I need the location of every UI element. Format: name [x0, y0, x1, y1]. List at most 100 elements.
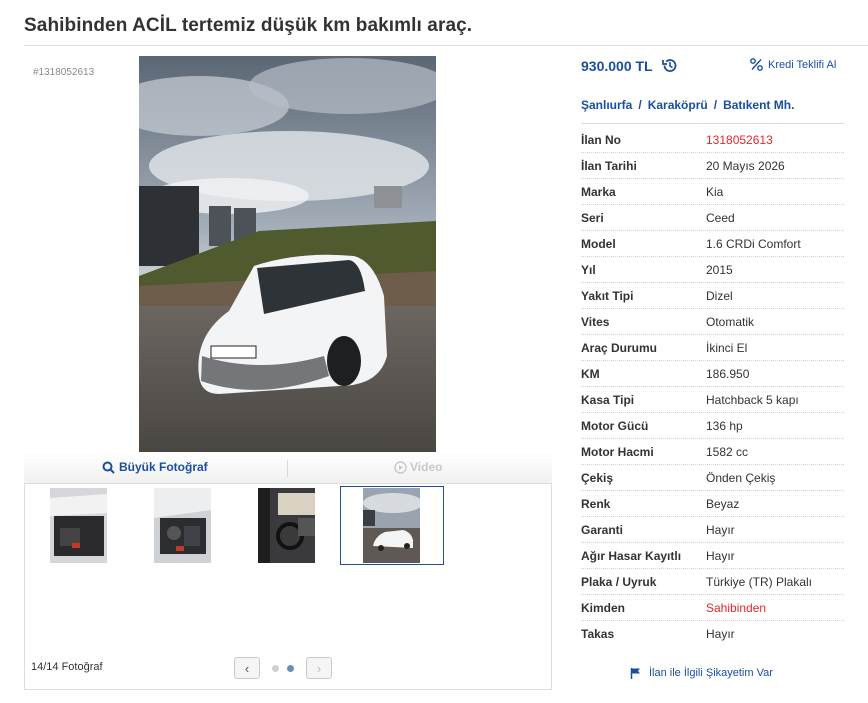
- info-key: Kasa Tipi: [581, 392, 635, 407]
- info-row: Motor Hacmi 1582 cc: [581, 439, 844, 465]
- info-key: Renk: [581, 496, 611, 511]
- info-row: Renk Beyaz: [581, 491, 844, 517]
- info-row: İlan Tarihi 20 Mayıs 2026: [581, 153, 844, 179]
- info-key: KM: [581, 366, 600, 381]
- chevron-right-icon: ›: [316, 660, 322, 676]
- trunk-photo-image: [50, 488, 107, 563]
- info-value: İkinci El: [706, 340, 748, 355]
- info-key: Plaka / Uyruk: [581, 574, 657, 589]
- info-key: İlan No: [581, 132, 622, 147]
- interior-photo-image: [258, 488, 315, 563]
- main-photo[interactable]: [139, 56, 436, 452]
- info-value: 186.950: [706, 366, 750, 381]
- info-row: Garanti Hayır: [581, 517, 844, 543]
- exterior-photo-image: [363, 488, 420, 563]
- big-photo-label: Büyük Fotoğraf: [119, 460, 208, 474]
- info-key: İlan Tarihi: [581, 158, 637, 173]
- info-key: Seri: [581, 210, 604, 225]
- info-key: Kimden: [581, 600, 626, 615]
- thumbnail-exterior[interactable]: [363, 488, 420, 563]
- complaint-link[interactable]: İlan ile İlgili Şikayetim Var: [630, 667, 773, 679]
- thumbnail-engine[interactable]: [154, 488, 211, 563]
- info-row: Vites Otomatik: [581, 309, 844, 335]
- info-value: Sahibinden: [706, 600, 767, 615]
- info-key: Yakıt Tipi: [581, 288, 634, 303]
- info-value: Hayır: [706, 548, 735, 563]
- info-row: Marka Kia: [581, 179, 844, 205]
- info-key: Araç Durumu: [581, 340, 658, 355]
- price: 930.000 TL: [581, 57, 678, 74]
- info-key: Ağır Hasar Kayıtlı: [581, 548, 682, 563]
- thumbnail-interior[interactable]: [258, 488, 315, 563]
- info-key: Garanti: [581, 522, 624, 537]
- info-row: Araç Durumu İkinci El: [581, 335, 844, 361]
- location-breadcrumb: Şanlıurfa / Karaköprü / Batıkent Mh.: [581, 98, 794, 112]
- thumbnail-trunk[interactable]: [50, 488, 107, 563]
- info-value: Hayır: [706, 522, 735, 537]
- info-value: Ceed: [706, 210, 735, 225]
- video-button[interactable]: Video: [394, 460, 442, 474]
- info-value: 1.6 CRDi Comfort: [706, 236, 801, 251]
- info-row: KM 186.950: [581, 361, 844, 387]
- info-value: Kia: [706, 184, 724, 199]
- engine-photo-image: [154, 488, 211, 563]
- info-row: Plaka / Uyruk Türkiye (TR) Plakalı: [581, 569, 844, 595]
- info-row: Kasa Tipi Hatchback 5 kapı: [581, 387, 844, 413]
- info-key: Motor Hacmi: [581, 444, 654, 459]
- info-row: Yıl 2015: [581, 257, 844, 283]
- info-row: Seri Ceed: [581, 205, 844, 231]
- location-district-link[interactable]: Karaköprü: [648, 98, 708, 112]
- location-separator: /: [713, 98, 718, 112]
- info-key: Yıl: [581, 262, 596, 277]
- location-city-link[interactable]: Şanlıurfa: [581, 98, 632, 112]
- info-key: Model: [581, 236, 616, 251]
- info-row: Kimden Sahibinden: [581, 595, 844, 621]
- chevron-left-icon: ‹: [244, 660, 250, 676]
- bar-divider: [287, 460, 288, 477]
- page-dot-1[interactable]: [272, 664, 279, 672]
- page-title: Sahibinden ACİL tertemiz düşük km bakıml…: [24, 15, 473, 36]
- info-key: Çekiş: [581, 470, 614, 485]
- info-value: Otomatik: [706, 314, 755, 329]
- info-value: Dizel: [706, 288, 733, 303]
- info-key: Motor Gücü: [581, 418, 649, 433]
- info-value: 1318052613: [706, 132, 773, 147]
- info-row: Yakıt Tipi Dizel: [581, 283, 844, 309]
- credit-offer-label: Kredi Teklifi Al: [768, 58, 837, 71]
- prev-page-button[interactable]: ‹: [234, 657, 260, 679]
- location-divider: [581, 123, 844, 124]
- info-value: 136 hp: [706, 418, 743, 433]
- listing-info-list: İlan No 1318052613 İlan Tarihi 20 Mayıs 202…: [581, 127, 844, 647]
- search-icon: [102, 461, 115, 474]
- info-value: Hayır: [706, 627, 735, 641]
- page-dot-2[interactable]: [287, 664, 294, 672]
- info-value: 2015: [706, 262, 733, 277]
- thumbnail-panel: 14/14 Fotoğraf ‹ ›: [24, 484, 552, 690]
- listing-code: #1318052613: [33, 67, 95, 78]
- location-neighborhood-link[interactable]: Batıkent Mh.: [723, 98, 794, 112]
- info-value: 1582 cc: [706, 444, 749, 459]
- big-photo-button[interactable]: Büyük Fotoğraf: [102, 460, 208, 474]
- info-row: İlan No 1318052613: [581, 127, 844, 153]
- play-icon: [394, 460, 407, 474]
- flag-icon: [630, 668, 640, 679]
- location-separator: /: [638, 98, 642, 112]
- price-history-icon[interactable]: [661, 57, 678, 74]
- info-key: Vites: [581, 314, 610, 329]
- info-row: Ağır Hasar Kayıtlı Hayır: [581, 543, 844, 569]
- percent-icon: [750, 58, 763, 71]
- credit-offer-link[interactable]: Kredi Teklifi Al: [750, 58, 836, 71]
- complaint-label: İlan ile İlgili Şikayetim Var: [649, 667, 773, 679]
- info-row: Model 1.6 CRDi Comfort: [581, 231, 844, 257]
- video-label: Video: [410, 460, 443, 474]
- photo-count: 14/14 Fotoğraf: [31, 661, 103, 673]
- info-row: Takas Hayır: [581, 621, 844, 647]
- info-value: Hatchback 5 kapı: [706, 392, 799, 407]
- info-row: Motor Gücü 136 hp: [581, 413, 844, 439]
- info-key: Marka: [581, 184, 616, 199]
- info-row: Çekiş Önden Çekiş: [581, 465, 844, 491]
- photo-action-bar: Büyük Fotoğraf Video: [24, 452, 552, 484]
- info-value: Önden Çekiş: [706, 470, 776, 485]
- next-page-button[interactable]: ›: [306, 657, 332, 679]
- title-divider: [24, 45, 868, 46]
